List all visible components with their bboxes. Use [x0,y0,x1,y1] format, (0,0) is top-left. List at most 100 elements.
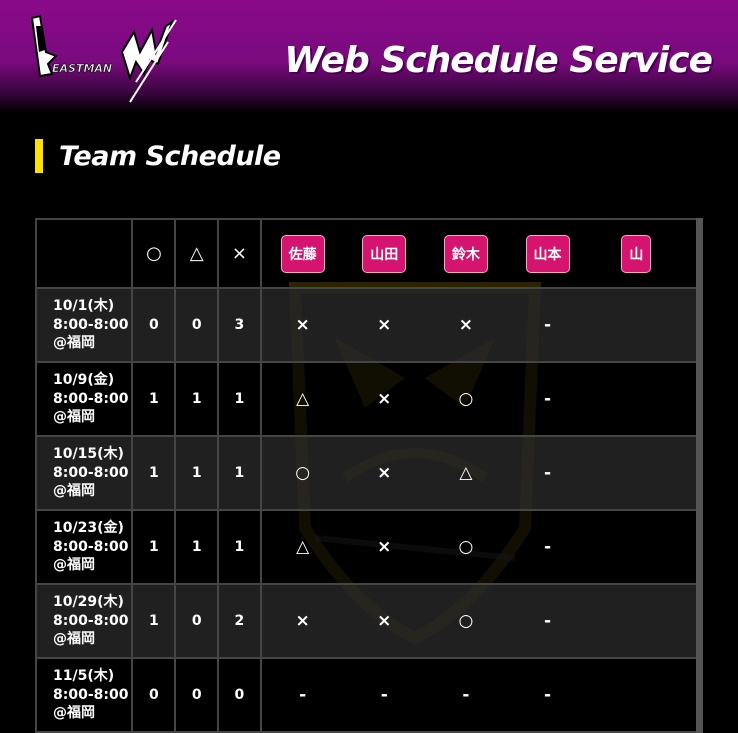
circle-icon: ○ [146,243,162,264]
schedule-date-cell[interactable]: 10/9(金) 8:00-8:00 @福岡 [35,361,134,437]
attendance-mark[interactable]: - [260,657,344,733]
schedule-date-cell[interactable]: 10/15(木) 8:00-8:00 @福岡 [35,435,134,511]
attendance-mark[interactable]: × [343,583,426,659]
attendance-mark[interactable]: ○ [260,435,344,511]
count-cell: 1 [131,583,177,659]
schedule-date-cell[interactable]: 10/29(木) 8:00-8:00 @福岡 [35,583,134,659]
count-cell: 1 [131,361,177,437]
section-title: Team Schedule [59,140,281,172]
member-column-header: 山 [588,218,703,289]
member-button[interactable]: 鈴木 [443,234,488,273]
count-cell: 0 [174,583,219,659]
attendance-mark[interactable] [588,435,703,511]
table-row: 10/15(木) 8:00-8:00 @福岡 1 1 1 ○ × △ - [35,435,703,511]
count-cell: 0 [174,657,219,733]
schedule-date: 10/9(金) [53,372,115,389]
section-accent-bar [35,139,43,173]
schedule-time: 8:00-8:00 [53,612,129,629]
cross-icon: × [231,243,247,264]
triangle-icon: △ [189,243,204,264]
attendance-mark[interactable]: - [506,287,589,363]
attendance-mark[interactable]: - [506,583,589,659]
schedule-table: ○ △ × 佐藤 山田 鈴木 山本 山 10/1(木) 8:00-8:00 @福岡 0… [35,218,703,733]
schedule-time: 8:00-8:00 [53,390,129,407]
member-column-header: 佐藤 [260,218,344,289]
schedule-date: 10/15(木) [53,446,124,463]
member-button[interactable]: 山 [621,234,652,273]
count-cell: 2 [217,583,262,659]
schedule-time: 8:00-8:00 [53,686,129,703]
table-row: 10/9(金) 8:00-8:00 @福岡 1 1 1 △ × ○ - [35,361,703,437]
attendance-mark[interactable]: △ [425,435,507,511]
count-cell: 0 [131,287,177,363]
attendance-mark[interactable] [588,657,703,733]
member-column-header: 山田 [343,218,426,289]
schedule-date: 11/5(木) [53,668,115,685]
table-row: 10/29(木) 8:00-8:00 @福岡 1 0 2 × × ○ - [35,583,703,659]
attendance-mark[interactable]: ○ [425,583,507,659]
schedule-place: @福岡 [53,335,95,352]
schedule-place: @福岡 [53,483,95,500]
schedule-date-cell[interactable]: 11/5(木) 8:00-8:00 @福岡 [35,657,134,733]
count-header-ng: × [217,218,262,289]
schedule-place: @福岡 [53,557,95,574]
schedule-time: 8:00-8:00 [53,538,129,555]
attendance-mark[interactable]: × [343,361,426,437]
attendance-mark[interactable]: ○ [425,509,507,585]
count-header-maybe: △ [174,218,219,289]
count-cell: 0 [217,657,262,733]
attendance-mark[interactable] [588,583,703,659]
count-cell: 1 [217,435,262,511]
schedule-place: @福岡 [53,631,95,648]
schedule-date: 10/23(金) [53,520,124,537]
attendance-mark[interactable]: × [343,287,426,363]
table-row: 11/5(木) 8:00-8:00 @福岡 0 0 0- - - - [35,657,703,733]
attendance-mark[interactable]: - [506,435,589,511]
count-cell: 0 [174,287,219,363]
attendance-mark[interactable]: × [260,287,344,363]
count-cell: 1 [217,361,262,437]
count-cell: 3 [217,287,262,363]
attendance-mark[interactable]: × [425,287,507,363]
attendance-mark[interactable] [588,361,703,437]
attendance-mark[interactable]: △ [260,361,344,437]
member-button[interactable]: 山田 [362,234,407,273]
attendance-mark[interactable]: - [506,657,589,733]
attendance-mark[interactable]: × [260,583,344,659]
attendance-mark[interactable] [588,287,703,363]
attendance-mark[interactable]: ○ [425,361,507,437]
attendance-mark[interactable] [588,509,703,585]
team-logo[interactable]: EASTMAN [26,12,178,108]
section-heading: Team Schedule [35,138,281,174]
schedule-date: 10/29(木) [53,594,124,611]
attendance-mark[interactable]: - [506,361,589,437]
attendance-mark[interactable]: - [425,657,507,733]
count-cell: 1 [174,509,219,585]
attendance-mark[interactable]: × [343,435,426,511]
attendance-mark[interactable]: - [506,509,589,585]
table-row: 10/1(木) 8:00-8:00 @福岡 0 0 3 × × × - [35,287,703,363]
schedule-date: 10/1(木) [53,298,115,315]
schedule-place: @福岡 [53,409,95,426]
member-column-header: 山本 [506,218,589,289]
site-title: Web Schedule Service [284,40,713,81]
schedule-time: 8:00-8:00 [53,316,129,333]
horizontal-scroll-indicator[interactable] [696,218,703,733]
schedule-table-container[interactable]: ○ △ × 佐藤 山田 鈴木 山本 山 10/1(木) 8:00-8:00 @福岡 0… [35,218,703,733]
table-header-row: ○ △ × 佐藤 山田 鈴木 山本 山 [35,218,703,289]
count-cell: 1 [174,435,219,511]
schedule-place: @福岡 [53,705,95,722]
header: EASTMAN Web Schedule Service [0,0,738,112]
schedule-date-cell[interactable]: 10/1(木) 8:00-8:00 @福岡 [35,287,134,363]
attendance-mark[interactable]: △ [260,509,344,585]
member-column-header: 鈴木 [425,218,507,289]
attendance-mark[interactable]: × [343,509,426,585]
date-column-header [35,218,134,289]
member-button[interactable]: 山本 [525,234,570,273]
attendance-mark[interactable]: - [343,657,426,733]
count-cell: 1 [131,435,177,511]
count-header-ok: ○ [131,218,177,289]
count-cell: 0 [131,657,177,733]
member-button[interactable]: 佐藤 [280,234,325,273]
schedule-date-cell[interactable]: 10/23(金) 8:00-8:00 @福岡 [35,509,134,585]
